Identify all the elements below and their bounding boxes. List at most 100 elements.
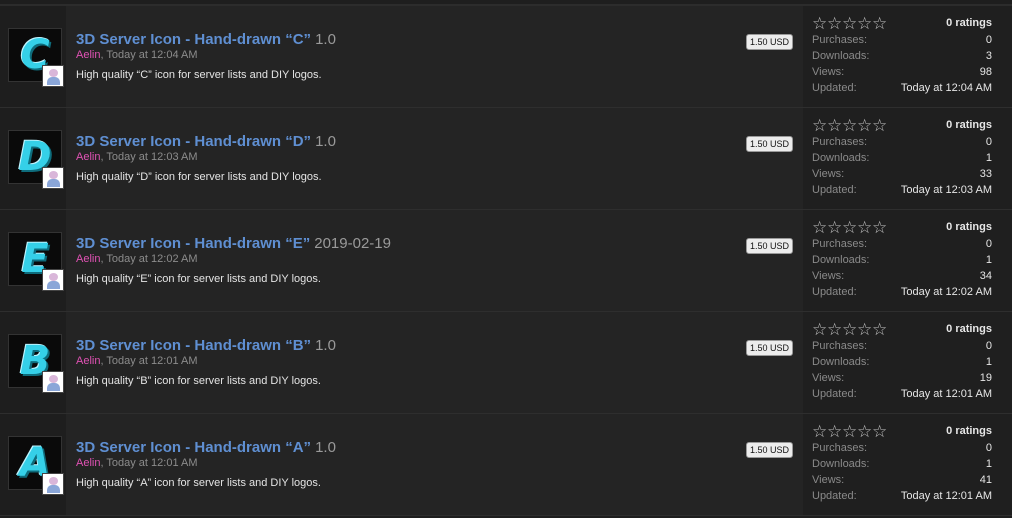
resource-title-link[interactable]: 3D Server Icon - Hand-drawn “D” [76, 133, 311, 150]
rating-stars: ☆☆☆☆☆ [812, 219, 887, 238]
star-outline-icon[interactable]: ☆ [857, 219, 872, 236]
purchases-value: 0 [985, 340, 992, 352]
resource-icon-cell: B [0, 312, 66, 413]
resource-meta: Aelin, Today at 12:02 AM [76, 253, 198, 265]
purchases-label: Purchases: [812, 442, 868, 454]
star-outline-icon[interactable]: ☆ [842, 321, 857, 338]
resource-title-link[interactable]: 3D Server Icon - Hand-drawn “C” [76, 31, 311, 48]
avatar[interactable] [42, 65, 64, 87]
resource-time[interactable]: Today at 12:03 AM [106, 151, 197, 163]
purchases-value: 0 [985, 136, 992, 148]
resource-version: 1.0 [315, 31, 336, 48]
author-link[interactable]: Aelin [76, 457, 100, 469]
star-outline-icon[interactable]: ☆ [812, 219, 827, 236]
star-outline-icon[interactable]: ☆ [812, 423, 827, 440]
downloads-label: Downloads: [812, 356, 870, 368]
rating-stars: ☆☆☆☆☆ [812, 15, 887, 34]
downloads-label: Downloads: [812, 254, 870, 266]
resource-row: C 3D Server Icon - Hand-drawn “C” 1.0 Ael… [0, 6, 1012, 108]
star-outline-icon[interactable]: ☆ [827, 15, 842, 32]
star-outline-icon[interactable]: ☆ [812, 117, 827, 134]
avatar[interactable] [42, 371, 64, 393]
purchases-stat: Purchases: 0 [812, 34, 992, 46]
star-outline-icon[interactable]: ☆ [842, 117, 857, 134]
author-link[interactable]: Aelin [76, 151, 100, 163]
avatar[interactable] [42, 269, 64, 291]
author-link[interactable]: Aelin [76, 49, 100, 61]
star-outline-icon[interactable]: ☆ [872, 219, 887, 236]
price-badge: 1.50 USD [745, 442, 793, 458]
avatar-head-icon [49, 273, 58, 281]
resource-description: High quality “B” icon for server lists a… [76, 375, 321, 387]
avatar[interactable] [42, 473, 64, 495]
resource-title-line: 3D Server Icon - Hand-drawn “E” 2019-02-1… [76, 235, 391, 252]
star-outline-icon[interactable]: ☆ [857, 117, 872, 134]
resource-version: 1.0 [315, 439, 336, 456]
resource-time[interactable]: Today at 12:04 AM [106, 49, 197, 61]
downloads-label: Downloads: [812, 458, 870, 470]
ratings-count: 0 ratings [946, 425, 992, 437]
star-outline-icon[interactable]: ☆ [857, 15, 872, 32]
views-label: Views: [812, 372, 845, 384]
resource-meta: Aelin, Today at 12:01 AM [76, 457, 198, 469]
resource-title-link[interactable]: 3D Server Icon - Hand-drawn “B” [76, 337, 311, 354]
downloads-value: 3 [985, 50, 992, 62]
resource-row: E 3D Server Icon - Hand-drawn “E” 2019-02… [0, 210, 1012, 312]
resource-stats: ☆☆☆☆☆ 0 ratings Purchases: 0 Downloads: … [803, 312, 1012, 413]
resource-icon-cell: C [0, 6, 66, 107]
avatar-body-icon [47, 383, 60, 391]
updated-stat: Updated: Today at 12:01 AM [812, 388, 992, 400]
resource-time[interactable]: Today at 12:02 AM [106, 253, 197, 265]
views-label: Views: [812, 66, 845, 78]
star-outline-icon[interactable]: ☆ [857, 321, 872, 338]
views-value: 98 [979, 66, 992, 78]
avatar-body-icon [47, 179, 60, 187]
star-outline-icon[interactable]: ☆ [842, 423, 857, 440]
resource-time[interactable]: Today at 12:01 AM [106, 457, 197, 469]
updated-label: Updated: [812, 184, 857, 196]
star-outline-icon[interactable]: ☆ [872, 117, 887, 134]
star-outline-icon[interactable]: ☆ [872, 321, 887, 338]
star-outline-icon[interactable]: ☆ [827, 219, 842, 236]
star-outline-icon[interactable]: ☆ [857, 423, 872, 440]
avatar[interactable] [42, 167, 64, 189]
star-outline-icon[interactable]: ☆ [872, 423, 887, 440]
rating-stars: ☆☆☆☆☆ [812, 117, 887, 136]
star-outline-icon[interactable]: ☆ [812, 321, 827, 338]
resource-icon-cell: A [0, 414, 66, 515]
star-outline-icon[interactable]: ☆ [842, 219, 857, 236]
star-outline-icon[interactable]: ☆ [872, 15, 887, 32]
resource-title-link[interactable]: 3D Server Icon - Hand-drawn “E” [76, 235, 310, 252]
purchases-value: 0 [985, 238, 992, 250]
resource-icon-cell: D [0, 108, 66, 209]
views-stat: Views: 41 [812, 474, 992, 486]
views-stat: Views: 19 [812, 372, 992, 384]
updated-stat: Updated: Today at 12:01 AM [812, 490, 992, 502]
views-value: 34 [979, 270, 992, 282]
downloads-value: 1 [985, 152, 992, 164]
star-outline-icon[interactable]: ☆ [827, 423, 842, 440]
ratings-count: 0 ratings [946, 323, 992, 335]
resource-stats: ☆☆☆☆☆ 0 ratings Purchases: 0 Downloads: … [803, 6, 1012, 107]
downloads-label: Downloads: [812, 50, 870, 62]
resource-main: 3D Server Icon - Hand-drawn “C” 1.0 Aelin… [66, 6, 803, 107]
purchases-value: 0 [985, 442, 992, 454]
resource-time[interactable]: Today at 12:01 AM [106, 355, 197, 367]
star-outline-icon[interactable]: ☆ [827, 117, 842, 134]
avatar-body-icon [47, 485, 60, 493]
updated-label: Updated: [812, 388, 857, 400]
updated-stat: Updated: Today at 12:03 AM [812, 184, 992, 196]
author-link[interactable]: Aelin [76, 355, 100, 367]
downloads-value: 1 [985, 254, 992, 266]
price-badge: 1.50 USD [745, 34, 793, 50]
resource-title-line: 3D Server Icon - Hand-drawn “D” 1.0 [76, 133, 336, 150]
purchases-stat: Purchases: 0 [812, 442, 992, 454]
star-outline-icon[interactable]: ☆ [842, 15, 857, 32]
resource-title-link[interactable]: 3D Server Icon - Hand-drawn “A” [76, 439, 311, 456]
star-outline-icon[interactable]: ☆ [827, 321, 842, 338]
views-label: Views: [812, 474, 845, 486]
resource-main: 3D Server Icon - Hand-drawn “D” 1.0 Aelin… [66, 108, 803, 209]
downloads-value: 1 [985, 356, 992, 368]
author-link[interactable]: Aelin [76, 253, 100, 265]
star-outline-icon[interactable]: ☆ [812, 15, 827, 32]
